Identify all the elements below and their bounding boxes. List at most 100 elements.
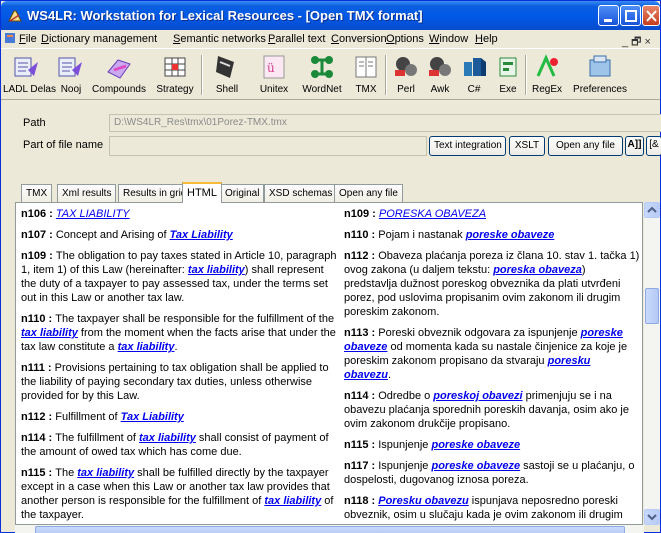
segment-text: Pojam i nastanak [378, 229, 466, 241]
tool-shell[interactable]: Shell [207, 52, 247, 99]
segment-n114: n114 : Odredbe o poreskoj obavezi primen… [344, 389, 640, 431]
path-label: Path [23, 117, 46, 129]
extra-button[interactable]: [& [646, 136, 661, 156]
tool-strategy[interactable]: Strategy [151, 52, 199, 99]
segment-id: n115 : [21, 467, 56, 479]
chevron-down-icon [647, 514, 657, 521]
title-bar[interactable]: WS4LR: Workstation for Lexical Resources… [1, 1, 660, 30]
tool-label: Awk [430, 84, 450, 95]
serbian-column: n109 : PORESKA OBAVEZA n110 : Pojam i nas… [344, 207, 640, 524]
maximize-icon [625, 10, 637, 22]
term-link[interactable]: poreske obaveze [466, 229, 555, 241]
tool-label: RegEx [531, 84, 562, 95]
csharp-icon [464, 58, 486, 76]
term-link[interactable]: poreskoj obavezi [433, 390, 522, 402]
font-button[interactable]: A]] [625, 136, 644, 156]
english-column: n106 : TAX LIABILITY n107 : Concept and A… [21, 207, 339, 524]
scroll-up-button[interactable] [644, 202, 660, 218]
maximize-button[interactable] [620, 5, 641, 26]
tool-label: Nooj [60, 84, 82, 95]
tool-ladl-delas[interactable]: LADL Delas [3, 52, 56, 99]
tab-original[interactable]: Original [220, 184, 265, 202]
text-integration-button[interactable]: Text integration [429, 136, 506, 156]
window-title: WS4LR: Workstation for Lexical Resources… [27, 8, 423, 23]
term-link[interactable]: tax liability [77, 467, 134, 479]
tool-perl[interactable]: Perl [391, 52, 421, 99]
minimize-icon [604, 19, 612, 22]
scroll-thumb[interactable] [645, 288, 659, 324]
close-button[interactable] [642, 5, 660, 26]
segment-id: n106 : [21, 208, 56, 220]
minimize-button[interactable] [598, 5, 619, 26]
nooj-icon [58, 57, 82, 77]
tool-regex[interactable]: RegEx [529, 52, 565, 99]
tool-exe[interactable]: Exe [493, 52, 523, 99]
term-link[interactable]: Poresku obavezu [378, 495, 468, 507]
tab-html[interactable]: HTML [182, 182, 222, 203]
toolbar-separator [201, 55, 203, 95]
segment-n118: n118 : Poresku obavezu ispunjava neposre… [344, 494, 640, 524]
vertical-scrollbar[interactable] [644, 202, 660, 525]
heading-link[interactable]: PORESKA OBAVEZA [379, 208, 486, 220]
horizontal-scroll-thumb[interactable] [35, 526, 625, 533]
segment-id: n110 : [344, 229, 379, 241]
term-link[interactable]: tax liability [21, 327, 78, 339]
menu-parallel-text[interactable]: Parallel text [268, 33, 325, 45]
tool-csharp[interactable]: C# [459, 52, 489, 99]
term-link[interactable]: poreske obaveze [431, 439, 520, 451]
term-link[interactable]: tax liability [118, 341, 175, 353]
awk-icon [429, 57, 451, 76]
wordnet-icon [311, 56, 333, 78]
term-link[interactable]: tax liability [264, 495, 321, 507]
xslt-button[interactable]: XSLT [509, 136, 545, 156]
tab-xml-results[interactable]: Xml results [57, 184, 117, 202]
tool-unitex[interactable]: ü Unitex [253, 52, 295, 99]
term-link[interactable]: Tax Liability [121, 411, 184, 423]
menu-window[interactable]: Window [429, 33, 468, 45]
tool-tmx[interactable]: TMX [351, 52, 381, 99]
strategy-icon [164, 57, 186, 77]
tool-compounds[interactable]: Compounds [91, 52, 147, 99]
menu-help[interactable]: Help [475, 33, 498, 45]
scroll-down-button[interactable] [644, 509, 660, 525]
segment-text: Ispunjenje [378, 460, 432, 472]
term-link[interactable]: poreske obaveze [431, 460, 520, 472]
segment-n106: n106 : TAX LIABILITY [21, 207, 339, 221]
segment-n117: n117 : Ispunjenje poreske obaveze sastoj… [344, 459, 640, 487]
tab-xsd-schemas[interactable]: XSD schemas [264, 184, 338, 202]
tab-tmx[interactable]: TMX [21, 184, 53, 202]
tool-preferences[interactable]: Preferences [571, 52, 629, 99]
menu-file[interactable]: File [19, 33, 37, 45]
app-icon [8, 10, 22, 22]
menu-semantic-networks[interactable]: Semantic networks [173, 33, 266, 45]
tab-results-in-grid[interactable]: Results in grid [118, 184, 192, 202]
tool-wordnet[interactable]: WordNet [299, 52, 345, 99]
segment-id: n111 : [21, 362, 55, 374]
segment-text: Poreski obveznik odgovara za ispunjenje [378, 327, 581, 339]
path-field[interactable]: D:\WS4LR_Res\tmx\01Porez-TMX.tmx [109, 114, 661, 132]
tmx-icon [355, 56, 377, 78]
horizontal-scrollbar[interactable] [15, 525, 644, 533]
html-content-pane[interactable]: n106 : TAX LIABILITY n107 : Concept and A… [15, 202, 643, 525]
segment-text: The taxpayer shall be responsible for th… [55, 313, 335, 325]
tool-label: Compounds [92, 84, 146, 95]
tab-open-any-file[interactable]: Open any file [334, 184, 403, 202]
document-icon[interactable] [4, 32, 16, 44]
tool-label: WordNet [302, 84, 342, 95]
part-name-field[interactable] [109, 136, 427, 156]
tool-awk[interactable]: Awk [425, 52, 455, 99]
menu-dictionary-management[interactable]: Dictionary management [41, 33, 157, 45]
open-any-file-button[interactable]: Open any file [548, 136, 623, 156]
term-link[interactable]: poreska obaveza [493, 264, 582, 276]
menu-options[interactable]: Options [386, 33, 424, 45]
segment-id: n114 : [344, 390, 379, 402]
tab-strip: TMX Xml results Results in grid HTML Ori… [1, 182, 660, 203]
tool-nooj[interactable]: Nooj [55, 52, 87, 99]
heading-link[interactable]: TAX LIABILITY [56, 208, 130, 220]
path-panel: Path D:\WS4LR_Res\tmx\01Porez-TMX.tmx Pa… [1, 101, 661, 175]
menu-conversion[interactable]: Conversion [331, 33, 387, 45]
term-link[interactable]: tax liability [188, 264, 245, 276]
term-link[interactable]: tax liability [139, 432, 196, 444]
term-link[interactable]: Tax Liability [170, 229, 233, 241]
segment-text: Ispunjenje [378, 439, 432, 451]
